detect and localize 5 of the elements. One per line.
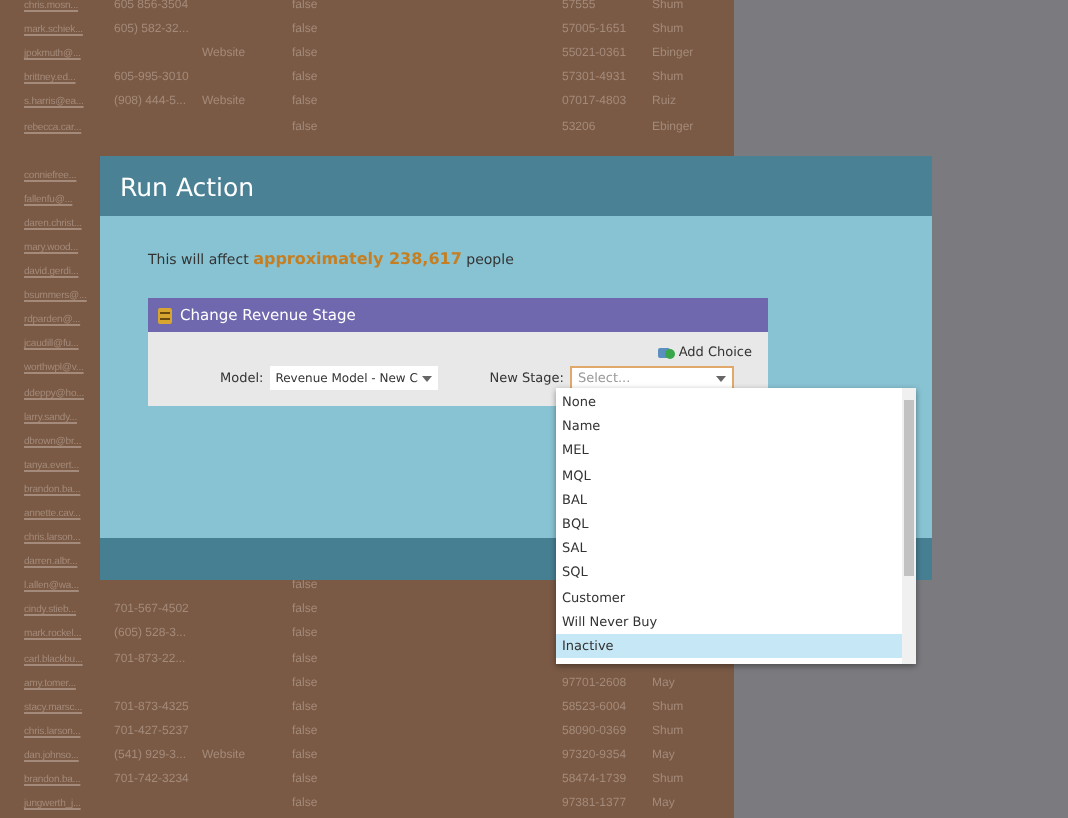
dialog-title: Run Action	[120, 171, 255, 201]
caret-icon	[715, 375, 726, 381]
add-icon	[658, 344, 677, 360]
scrollbar[interactable]	[902, 388, 916, 664]
caret-icon	[421, 375, 432, 381]
